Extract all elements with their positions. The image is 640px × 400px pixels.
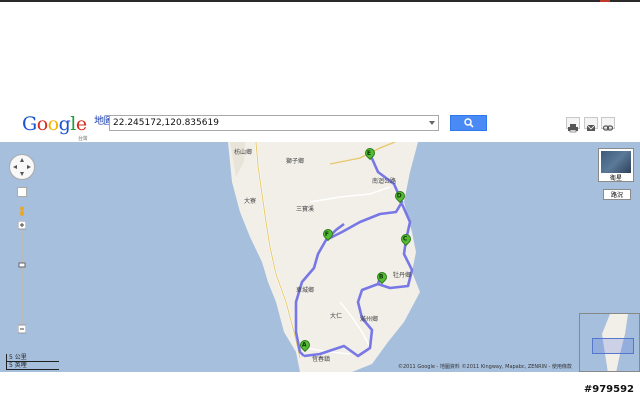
overview-map[interactable] — [579, 313, 640, 372]
map-label-village-sanbao: 三寶溪 — [296, 206, 315, 213]
zoom-slider[interactable] — [18, 221, 26, 339]
search-input[interactable]: 22.245172,120.835619 — [109, 115, 439, 131]
print-icon — [568, 124, 578, 133]
link-button[interactable] — [601, 117, 615, 131]
logo-region: 台灣 — [78, 136, 88, 142]
map-label-town-manzhou: 滿州鄉 — [360, 316, 379, 323]
map-label-town-mudan: 牡丹鄉 — [393, 272, 412, 279]
rotate-reset-button[interactable] — [17, 187, 27, 197]
google-logo[interactable]: Google 地圖 台灣 — [22, 113, 114, 142]
map-label-village-dajia: 大寮 — [244, 198, 257, 205]
map-label-town-shizi: 獅子鄉 — [286, 158, 305, 165]
print-button[interactable] — [566, 117, 580, 133]
maps-header: Google 地圖 台灣 22.245172,120.835619 — [0, 110, 640, 143]
route-marker-label: F — [324, 230, 330, 238]
route-marker-label: E — [366, 149, 372, 157]
route-marker-label: D — [396, 192, 402, 200]
route-marker-label: B — [378, 273, 384, 281]
map-label-town-hengchun: 恆春鎮 — [312, 356, 331, 363]
link-icon — [602, 125, 614, 131]
route-marker-label: C — [402, 235, 408, 243]
browser-top-strip — [0, 0, 640, 2]
pan-control[interactable] — [9, 154, 35, 180]
scale-metric: 5 公里 — [6, 354, 59, 362]
route-marker-label: A — [301, 341, 307, 349]
satellite-thumbnail — [601, 151, 631, 173]
copyright[interactable]: ©2011 Google - 地圖資料 ©2011 Kingway, Mapab… — [398, 363, 572, 370]
search-value: 22.245172,120.835619 — [113, 118, 219, 128]
satellite-button[interactable]: 衛星 — [598, 148, 634, 182]
traffic-button[interactable]: 路況 — [603, 189, 631, 200]
map-label-village-daren: 大仁 — [330, 313, 343, 320]
satellite-label: 衛星 — [609, 175, 622, 182]
dropdown-arrow-icon[interactable] — [429, 121, 435, 125]
map-label-town-north: 枋山鄉 — [234, 149, 253, 156]
email-icon — [586, 124, 596, 131]
pegman-icon[interactable] — [17, 206, 27, 218]
top-accent — [600, 0, 610, 2]
overview-viewport[interactable] — [592, 338, 634, 354]
pan-arrows-icon — [13, 158, 31, 176]
bottom-strip: #979592 — [0, 372, 640, 400]
scale-bar: 5 公里 5 英哩 — [6, 354, 59, 370]
map-terrain — [228, 142, 420, 372]
map-label-road-label: 南迴公路 — [372, 178, 397, 185]
watermark: #979592 — [583, 384, 634, 395]
email-button[interactable] — [584, 117, 598, 131]
map-canvas[interactable]: 衛星 路況 5 公里 5 英哩 ©2011 Google - 地圖資料 ©201… — [0, 142, 640, 372]
search-icon — [464, 118, 474, 128]
scale-imperial: 5 英哩 — [6, 362, 59, 370]
search-button[interactable] — [450, 115, 487, 131]
map-label-town-checheng: 車城鄉 — [296, 287, 315, 294]
